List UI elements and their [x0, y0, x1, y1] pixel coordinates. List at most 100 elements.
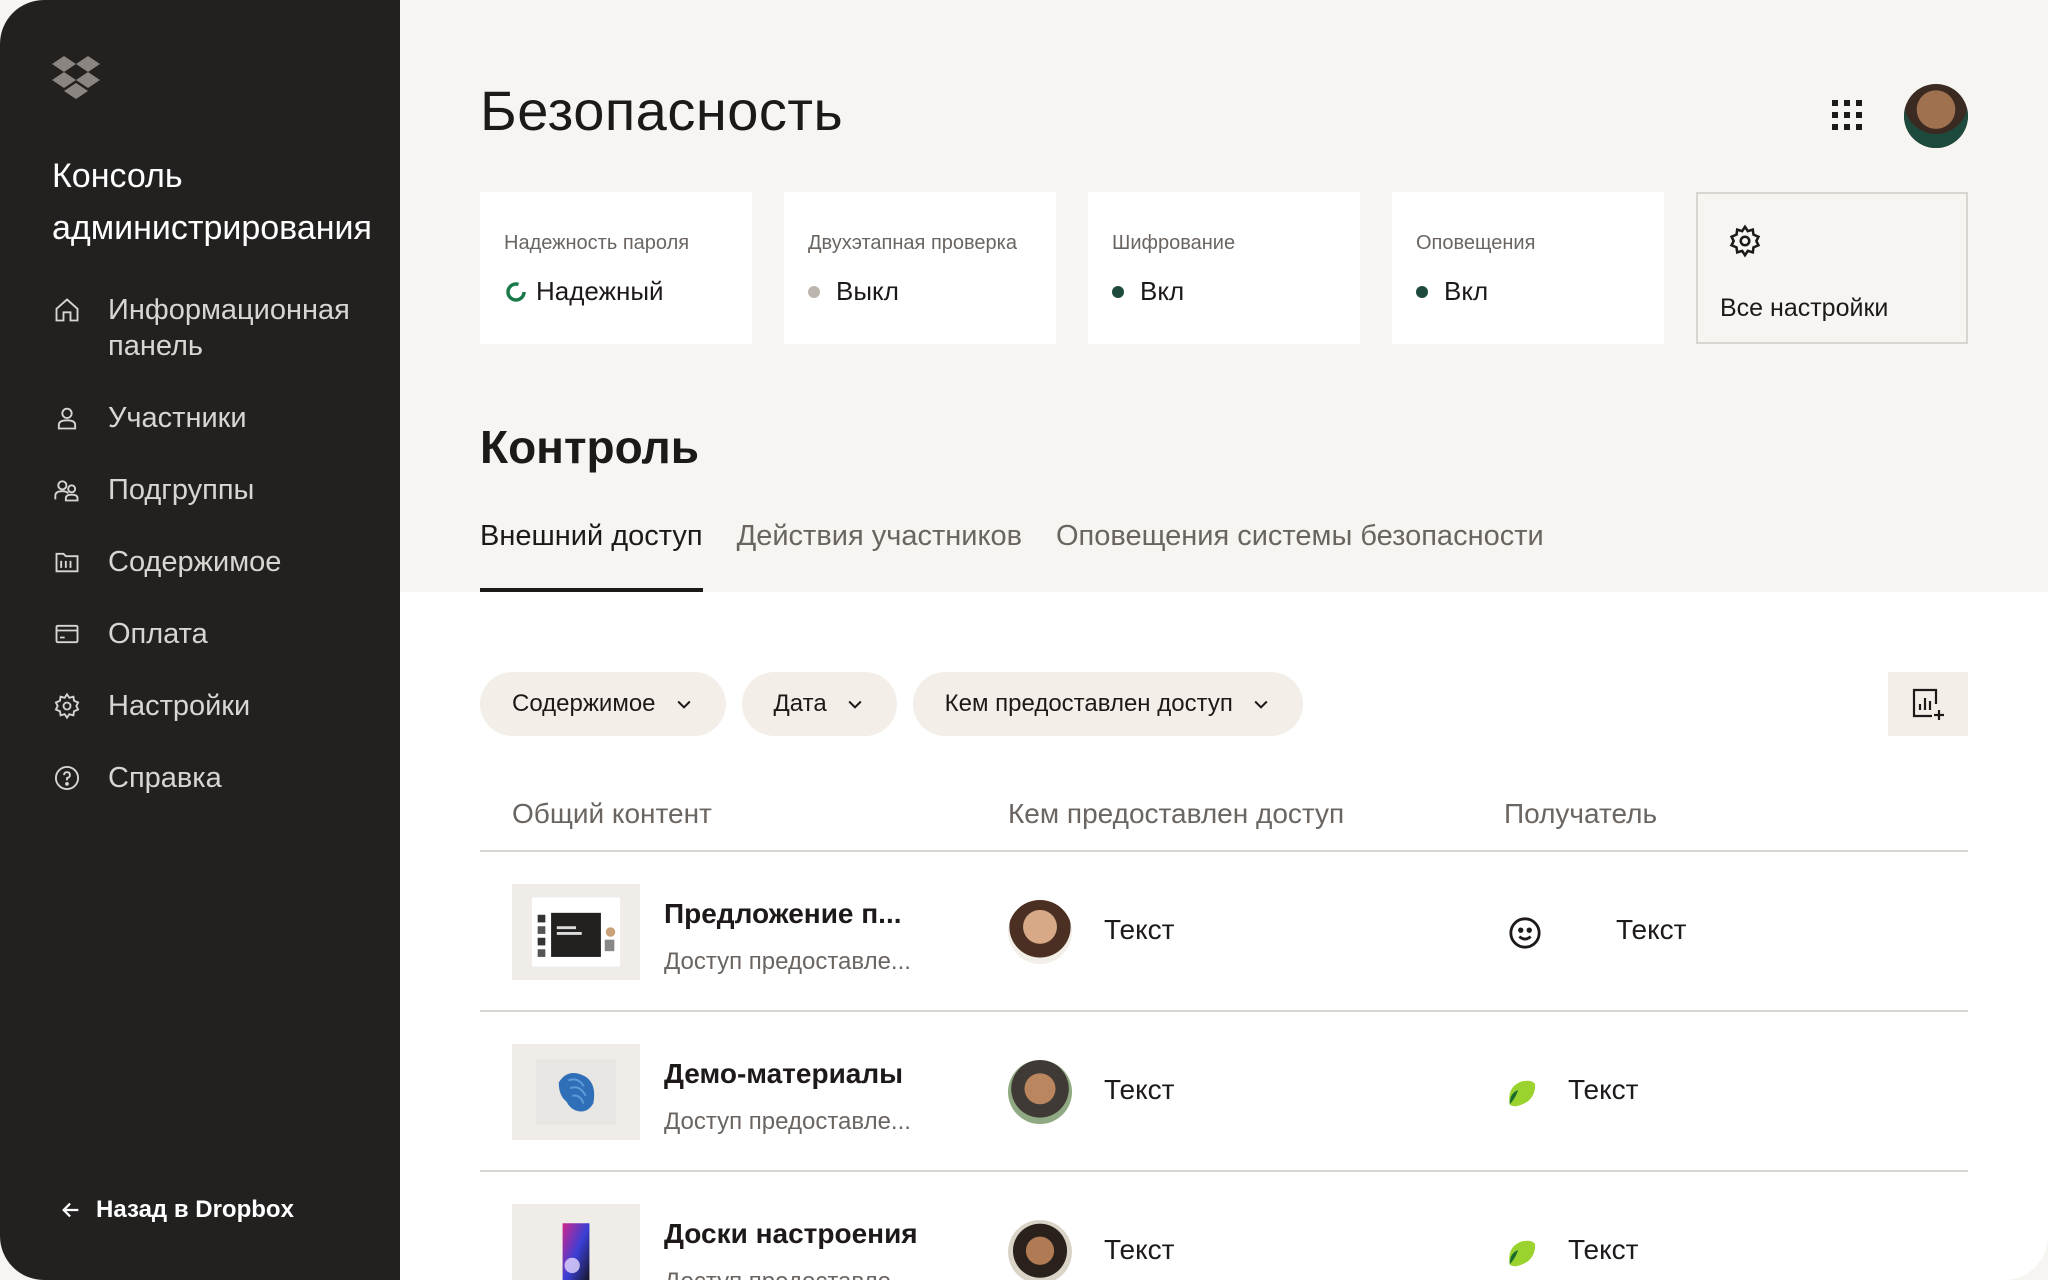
gear-icon — [52, 688, 82, 724]
back-link-label: Назад в Dropbox — [96, 1196, 294, 1223]
recipient-name: Текст — [1568, 1234, 1639, 1265]
control-tabs: Внешний доступ Действия участников Опове… — [480, 520, 1578, 592]
table-row[interactable]: Предложение п... Доступ предоставле... Т… — [480, 852, 1968, 1012]
sidebar-item-label: Оплата — [108, 618, 208, 650]
file-thumbnail — [512, 1044, 640, 1140]
sidebar-item-label: Содержимое — [108, 546, 282, 578]
smiley-icon — [1509, 917, 1541, 949]
status-dot-icon — [1416, 285, 1428, 298]
tab-member-actions[interactable]: Действия участников — [737, 520, 1022, 592]
card-icon — [52, 616, 82, 652]
filter-label: Дата — [773, 690, 827, 717]
dropbox-logo-icon[interactable] — [52, 56, 100, 100]
sharer-avatar — [1008, 900, 1072, 964]
filter-bar: Содержимое Дата Кем предоставлен доступ — [480, 672, 1319, 736]
password-strength-card[interactable]: Надежность пароля Надежный — [480, 192, 752, 344]
all-settings-label: Все настройки — [1720, 294, 1889, 322]
table-row[interactable]: Демо-материалы Доступ предоставле... Тек… — [480, 1012, 1968, 1172]
file-name[interactable]: Предложение п... — [664, 898, 902, 930]
sidebar-item-label: Подгруппы — [108, 474, 255, 506]
sidebar-nav: Информационная панель Участники Подгрупп… — [52, 292, 392, 832]
filter-date-dropdown[interactable]: Дата — [741, 672, 897, 736]
card-value: Вкл — [1112, 276, 1184, 307]
recipient-name: Текст — [1568, 1074, 1639, 1105]
column-header[interactable]: Получатель — [1504, 798, 1657, 830]
filter-shared-by-dropdown[interactable]: Кем предоставлен доступ — [912, 672, 1303, 736]
two-step-card[interactable]: Двухэтапная проверка Выкл — [784, 192, 1056, 344]
card-value-text: Выкл — [836, 276, 899, 306]
console-title: Консоль администрирования — [52, 157, 372, 247]
file-thumbnail — [512, 884, 640, 980]
sidebar-item-label: Информационная панель — [108, 294, 350, 362]
alerts-card[interactable]: Оповещения Вкл — [1392, 192, 1664, 344]
gear-icon — [1729, 224, 1761, 258]
create-report-button[interactable] — [1888, 672, 1968, 736]
report-add-icon — [1912, 688, 1944, 720]
sidebar-item-members[interactable]: Участники — [52, 400, 392, 436]
card-value-text: Надежный — [536, 276, 664, 306]
chevron-down-icon — [1254, 700, 1268, 709]
sidebar-item-label: Настройки — [108, 690, 251, 722]
tab-security-alerts[interactable]: Оповещения системы безопасности — [1056, 520, 1544, 592]
sidebar-item-label: Справка — [108, 762, 222, 794]
sharer-name: Текст — [1104, 1234, 1175, 1265]
card-value-text: Вкл — [1444, 276, 1489, 306]
file-name[interactable]: Доски настроения — [664, 1218, 918, 1250]
folder-icon — [52, 544, 82, 580]
sharer-name: Текст — [1104, 914, 1175, 945]
filter-label: Кем предоставлен доступ — [944, 690, 1233, 717]
file-thumbnail — [512, 1204, 640, 1280]
sidebar-item-billing[interactable]: Оплата — [52, 616, 392, 652]
sharer-avatar — [1008, 1220, 1072, 1280]
person-icon — [52, 400, 82, 436]
card-value: Надежный — [504, 276, 664, 307]
filter-label: Содержимое — [512, 690, 656, 717]
card-value: Вкл — [1416, 276, 1488, 307]
sharer-name: Текст — [1104, 1074, 1175, 1105]
sidebar-item-groups[interactable]: Подгруппы — [52, 472, 392, 508]
help-icon — [52, 760, 82, 796]
card-label: Оповещения — [1416, 232, 1536, 254]
column-header[interactable]: Кем предоставлен доступ — [1008, 798, 1344, 830]
sidebar-item-label: Участники — [108, 402, 247, 434]
back-to-dropbox-link[interactable]: Назад в Dropbox — [60, 1196, 294, 1224]
sidebar: Консоль администрирования Информационная… — [0, 0, 400, 1280]
sidebar-item-help[interactable]: Справка — [52, 760, 392, 796]
file-share-info: Доступ предоставле... — [664, 1108, 911, 1135]
recipient-name: Текст — [1616, 914, 1687, 945]
home-icon — [52, 292, 82, 328]
page-title: Безопасность — [480, 79, 844, 142]
card-value: Выкл — [808, 276, 899, 307]
chevron-down-icon — [848, 700, 862, 709]
app-grid-icon[interactable] — [1832, 100, 1862, 130]
group-icon — [52, 472, 82, 508]
sidebar-item-settings[interactable]: Настройки — [52, 688, 392, 724]
shared-content-table: Общий контент Кем предоставлен доступ По… — [480, 780, 1968, 1280]
user-avatar[interactable] — [1904, 84, 1968, 148]
column-header[interactable]: Общий контент — [512, 798, 712, 830]
table-row[interactable]: Доски настроения Доступ предоставле... Т… — [480, 1172, 1968, 1280]
filter-content-dropdown[interactable]: Содержимое — [480, 672, 726, 736]
arrow-left-icon — [62, 1202, 79, 1218]
sharer-avatar — [1008, 1060, 1072, 1124]
section-title: Контроль — [480, 421, 700, 473]
leaf-icon — [1509, 1080, 1536, 1107]
file-name[interactable]: Демо-материалы — [664, 1058, 903, 1090]
status-dot-icon — [1112, 285, 1124, 298]
sidebar-item-dashboard[interactable]: Информационная панель — [52, 292, 392, 364]
table-header: Общий контент Кем предоставлен доступ По… — [480, 780, 1968, 852]
app-window: Консоль администрирования Информационная… — [0, 0, 2048, 1280]
card-label: Надежность пароля — [504, 232, 690, 254]
card-label: Двухэтапная проверка — [808, 232, 1017, 254]
sidebar-item-content[interactable]: Содержимое — [52, 544, 392, 580]
leaf-icon — [1509, 1240, 1536, 1267]
strength-ring-icon — [506, 281, 526, 302]
card-label: Шифрование — [1112, 232, 1236, 254]
tab-external-access[interactable]: Внешний доступ — [480, 520, 703, 592]
encryption-card[interactable]: Шифрование Вкл — [1088, 192, 1360, 344]
file-share-info: Доступ предоставле... — [664, 1268, 911, 1280]
status-dot-icon — [808, 285, 820, 298]
chevron-down-icon — [676, 700, 691, 709]
all-settings-card[interactable]: Все настройки — [1696, 192, 1968, 344]
card-value-text: Вкл — [1140, 276, 1185, 306]
